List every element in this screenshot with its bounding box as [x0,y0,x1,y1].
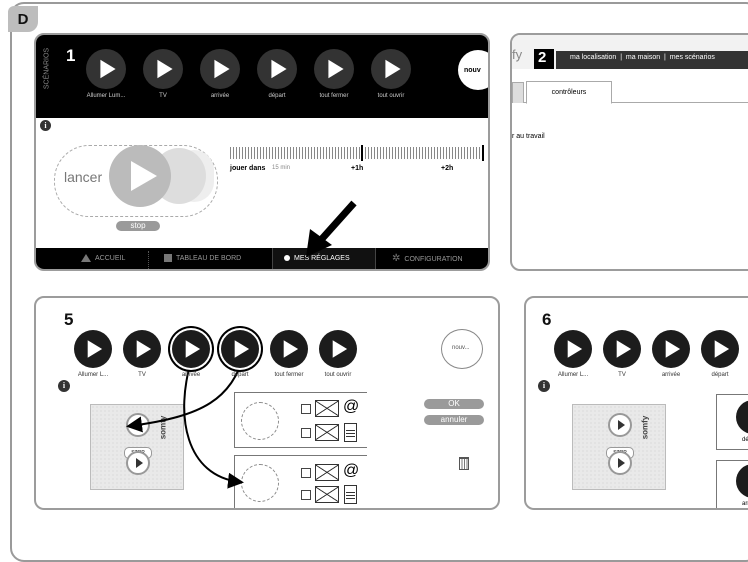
tick-2h: +2h [441,165,454,172]
nav-divider [148,251,150,269]
tab-controllers[interactable]: contrôleurs [526,81,612,104]
pointer-arrow [306,200,357,257]
step-number: 1 [66,46,76,65]
play-icon [385,59,401,79]
scenario-label-2: arrivée [210,93,230,99]
scenario-label-3: départ [268,93,286,99]
info-icon[interactable]: i [538,380,550,392]
timeline-bar[interactable] [230,147,484,159]
scenario-button-3[interactable] [221,330,259,368]
nav-dashboard-label: TABLEAU DE BORD [176,255,242,262]
panel-5: 5 nouv... i somfy STOP @ @ OK annuler Al… [34,296,500,510]
logo-fragment: fy [512,47,523,62]
nav-configuration[interactable]: ✲ CONFIGURATION [392,248,463,269]
scenario-button-1[interactable] [123,330,161,368]
tab-inactive[interactable] [512,82,524,103]
assigned-label-top: dé [742,437,748,443]
play-icon [157,59,173,79]
scenario-label-0: Allumer Lum... [86,93,126,99]
nav-configuration-label: CONFIGURATION [404,255,463,263]
scenario-button-1[interactable] [143,49,183,89]
scenario-bar: SCÉNARIOS 1 nouv Allumer Lum... TV arrivée… [36,35,488,118]
timeline-end [482,145,484,161]
figure-letter: D [8,6,38,32]
nav-home[interactable]: ACCUEIL [81,248,126,269]
stop-button[interactable]: stop [116,221,160,231]
play-icon [234,340,250,358]
play-icon [332,340,348,358]
remote-down-button [608,451,632,475]
scenarios-side-label: SCÉNARIOS [43,47,51,90]
panel-6: 6 i somfy STOP dé arr Allumer L...TVarri… [524,296,748,510]
scenario-button-3[interactable] [257,49,297,89]
play-icon [136,340,152,358]
tab-controllers-label: contrôleurs [551,89,587,96]
scenario-button-0[interactable] [554,330,592,368]
scenario-button-5[interactable] [319,330,357,368]
scenario-button-0[interactable] [86,49,126,89]
user-icon [284,255,290,262]
play-icon [87,340,103,358]
scenario-button-4[interactable] [314,49,354,89]
play-icon [271,59,287,79]
scenario-button-5[interactable] [371,49,411,89]
scenario-button-2[interactable] [172,330,210,368]
play-icon [567,340,583,358]
assigned-label-bottom: arr [742,501,748,507]
scenario-button-2[interactable] [200,49,240,89]
scenario-button-3[interactable] [701,330,739,368]
remote-brand: somfy [640,415,650,440]
step-number: 6 [542,310,552,329]
scenario-label-5: tout ouvrir [324,372,352,378]
scenario-button-2[interactable] [652,330,690,368]
info-icon[interactable]: i [40,120,51,131]
trash-icon[interactable] [459,457,469,470]
play-icon [328,59,344,79]
play-icon [714,340,730,358]
step-number: 2 [538,49,547,66]
panel-2: fy 2 ma localisation | ma maison | mes s… [510,33,748,271]
play-icon [665,340,681,358]
timeline-marker [361,145,363,161]
tick-1h: +1h [351,165,364,172]
ok-button[interactable]: OK [424,399,484,409]
nav-dashboard[interactable]: TABLEAU DE BORD [164,248,242,269]
gear-icon: ✲ [392,253,401,264]
nav-home-label: ACCUEIL [95,255,126,262]
scenario-label-5: tout ouvrir [377,93,405,99]
launch-label: lancer [64,169,103,185]
play-in-label: jouer dans [230,165,266,172]
play-icon [185,340,201,358]
scenario-label-1: TV [159,93,167,99]
bottom-nav: ACCUEIL TABLEAU DE BORD MES RÉGLAGES ✲ CO… [36,248,488,269]
scenario-button-0[interactable] [74,330,112,368]
play-icon [100,59,116,79]
launch-play-button[interactable] [109,145,171,207]
scenario-button-1[interactable] [603,330,641,368]
panel-1: SCÉNARIOS 1 nouv Allumer Lum... TV arrivée… [34,33,490,271]
scenario-button-4[interactable] [270,330,308,368]
scenario-label-3: départ [711,372,729,378]
tick-15min: 15 min [272,165,291,171]
top-links[interactable]: ma localisation | ma maison | mes scénar… [570,54,715,61]
play-icon [283,340,299,358]
play-icon [616,340,632,358]
row-text[interactable]: r au travail [512,133,545,140]
scenario-label-4: tout fermer [319,93,349,99]
remote-up-button [608,413,632,437]
dashboard-icon [164,254,172,263]
cancel-button[interactable]: annuler [424,415,484,425]
play-icon [214,59,230,79]
new-scenario-label: nouv [464,67,481,74]
home-icon [81,254,91,263]
